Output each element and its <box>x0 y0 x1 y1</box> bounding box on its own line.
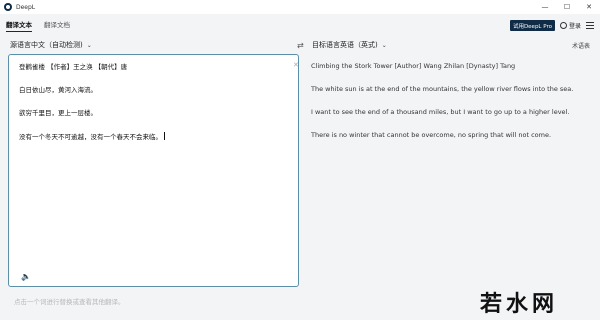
window-controls: — ☐ ✕ <box>534 0 600 14</box>
target-language-label: 目标语言英语（英式) <box>312 41 378 49</box>
translation-line[interactable]: The white sun is at the end of the mount… <box>311 85 583 93</box>
text-cursor <box>164 132 165 140</box>
watermark: 若水网 <box>480 291 559 317</box>
source-text-area[interactable]: 登鹳雀楼 【作者】王之涣 【朝代】唐 白日依山尽，黄河入海流。 欲穷千里目，更上… <box>8 54 299 287</box>
source-language-label: 源语言中文（自动检测) <box>10 41 83 49</box>
try-pro-button[interactable]: 试用DeepL Pro <box>509 20 555 31</box>
target-language-selector[interactable]: 目标语言英语（英式) ⌄ <box>312 40 387 50</box>
tab-translate-documents[interactable]: 翻译文档 <box>38 19 76 36</box>
source-line: 白日依山尽，黄河入海流。 <box>19 86 97 94</box>
window-title: DeepL <box>16 3 36 11</box>
clear-text-icon[interactable]: ✕ <box>293 61 299 69</box>
translation-line[interactable]: Climbing the Stork Tower [Author] Wang Z… <box>311 62 583 70</box>
hamburger-menu-icon[interactable] <box>586 22 594 29</box>
minimize-button[interactable]: — <box>534 0 556 14</box>
chevron-down-icon: ⌄ <box>381 41 387 49</box>
login-button[interactable]: 登录 <box>559 21 581 30</box>
translation-line[interactable]: I want to see the end of a thousand mile… <box>311 108 583 116</box>
user-icon <box>559 22 567 29</box>
language-bar: 源语言中文（自动检测) ⌄ ⇄ 目标语言英语（英式) ⌄ 术语表 <box>0 36 600 54</box>
source-language-selector[interactable]: 源语言中文（自动检测) ⌄ <box>10 40 92 50</box>
deepl-logo-icon <box>4 3 12 11</box>
swap-languages-icon[interactable]: ⇄ <box>297 41 304 50</box>
translation-line[interactable]: There is no winter that cannot be overco… <box>311 131 583 139</box>
source-line-text: 没有一个冬天不可逾越，没有一个春天不会来临。 <box>19 133 162 141</box>
top-right-actions: 试用DeepL Pro 登录 <box>509 20 594 31</box>
translation-output[interactable]: Climbing the Stork Tower [Author] Wang Z… <box>311 62 583 154</box>
top-bar: 翻译文本 翻译文档 试用DeepL Pro 登录 <box>0 14 600 36</box>
tab-translate-text[interactable]: 翻译文本 <box>0 19 38 36</box>
alternatives-hint: 点击一个词进行替换或查看其他翻译。 <box>14 298 125 306</box>
source-text[interactable]: 登鹳雀楼 【作者】王之涣 【朝代】唐 白日依山尽，黄河入海流。 欲穷千里目，更上… <box>19 63 287 156</box>
maximize-button[interactable]: ☐ <box>556 0 578 14</box>
source-line: 没有一个冬天不可逾越，没有一个春天不会来临。 <box>19 132 287 141</box>
speaker-icon[interactable]: 🔈 <box>21 272 31 281</box>
chevron-down-icon: ⌄ <box>86 41 92 49</box>
source-line: 欲穷千里目，更上一层楼。 <box>19 109 97 117</box>
glossary-button[interactable]: 术语表 <box>572 41 590 50</box>
source-line: 登鹳雀楼 【作者】王之涣 【朝代】唐 <box>19 63 128 71</box>
title-bar: DeepL — ☐ ✕ <box>0 0 600 14</box>
login-label: 登录 <box>568 23 581 30</box>
target-text-area: Climbing the Stork Tower [Author] Wang Z… <box>301 54 591 287</box>
close-button[interactable]: ✕ <box>578 0 600 14</box>
